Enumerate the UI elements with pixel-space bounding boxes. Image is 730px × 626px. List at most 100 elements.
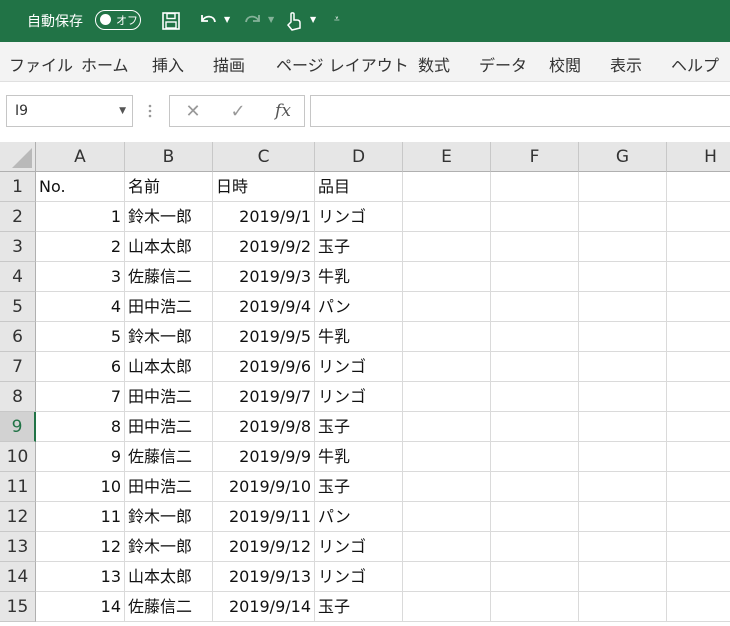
cell[interactable]: 鈴木一郎 [125,532,213,562]
tab-insert[interactable]: 挿入 [152,52,184,76]
cell[interactable]: パン [315,292,403,322]
cell[interactable]: 2019/9/8 [213,412,315,442]
cell[interactable] [403,262,491,292]
cell[interactable] [491,262,579,292]
row-header[interactable]: 8 [0,382,36,412]
touch-mode-dropdown-icon[interactable]: ▼ [310,15,316,24]
cell[interactable] [579,442,667,472]
cell[interactable]: パン [315,502,403,532]
cell[interactable] [667,262,730,292]
cell[interactable] [579,532,667,562]
cell[interactable]: 田中浩二 [125,292,213,322]
cell[interactable] [667,202,730,232]
cell[interactable]: 6 [36,352,125,382]
select-all-button[interactable] [0,142,36,172]
tab-review[interactable]: 校閲 [549,52,581,76]
row-header[interactable]: 1 [0,172,36,202]
cell[interactable]: 佐藤信二 [125,592,213,622]
cell[interactable] [579,352,667,382]
cell[interactable]: 品目 [315,172,403,202]
cell[interactable] [491,232,579,262]
cell[interactable]: 10 [36,472,125,502]
cell[interactable]: 2019/9/1 [213,202,315,232]
cell[interactable]: 日時 [213,172,315,202]
cell[interactable]: 14 [36,592,125,622]
cancel-icon[interactable]: ✕ [173,96,213,126]
cell[interactable] [403,382,491,412]
tab-home[interactable]: ホーム [81,52,129,76]
cell[interactable]: 2019/9/2 [213,232,315,262]
row-header[interactable]: 4 [0,262,36,292]
cell[interactable] [579,232,667,262]
cell[interactable] [491,322,579,352]
cell[interactable]: 2019/9/3 [213,262,315,292]
cell[interactable] [491,502,579,532]
cell[interactable]: 2019/9/10 [213,472,315,502]
cell[interactable]: 4 [36,292,125,322]
cell[interactable] [403,472,491,502]
row-header[interactable]: 6 [0,322,36,352]
cell[interactable] [403,232,491,262]
cell[interactable]: 2019/9/7 [213,382,315,412]
enter-icon[interactable]: ✓ [218,96,258,126]
tab-help[interactable]: ヘルプ [671,52,719,76]
cell[interactable] [579,202,667,232]
cell[interactable] [667,442,730,472]
cell[interactable]: 牛乳 [315,442,403,472]
cell[interactable]: 佐藤信二 [125,262,213,292]
tab-file[interactable]: ファイル [9,52,73,76]
cell[interactable]: リンゴ [315,352,403,382]
cell[interactable]: 玉子 [315,472,403,502]
cell[interactable]: 玉子 [315,232,403,262]
cell[interactable] [491,562,579,592]
cell[interactable]: 5 [36,322,125,352]
insert-function-button[interactable]: fx [263,96,303,126]
row-header[interactable]: 15 [0,592,36,622]
cell[interactable] [667,322,730,352]
cell[interactable]: 玉子 [315,412,403,442]
formula-bar-grip-icon[interactable] [147,103,153,119]
cell[interactable]: 田中浩二 [125,412,213,442]
cell[interactable] [667,382,730,412]
cell[interactable] [403,412,491,442]
cell[interactable] [403,172,491,202]
cell[interactable] [579,592,667,622]
cell[interactable] [403,532,491,562]
cell[interactable] [667,592,730,622]
cell[interactable]: 2019/9/13 [213,562,315,592]
column-header-e[interactable]: E [403,142,491,172]
cell[interactable]: 鈴木一郎 [125,202,213,232]
tab-data[interactable]: データ [479,52,527,76]
undo-icon[interactable] [195,8,221,34]
row-header[interactable]: 13 [0,532,36,562]
cell[interactable] [667,232,730,262]
cell[interactable] [579,382,667,412]
cell[interactable] [667,532,730,562]
cell[interactable] [579,262,667,292]
cell[interactable]: 山本太郎 [125,232,213,262]
cell[interactable]: リンゴ [315,532,403,562]
cell[interactable] [667,412,730,442]
cell[interactable]: 2019/9/12 [213,532,315,562]
cell[interactable] [579,412,667,442]
cell[interactable]: 1 [36,202,125,232]
cell[interactable] [491,442,579,472]
column-header-f[interactable]: F [491,142,579,172]
cell[interactable] [491,292,579,322]
row-header[interactable]: 11 [0,472,36,502]
cell[interactable]: 2019/9/4 [213,292,315,322]
cell[interactable]: 名前 [125,172,213,202]
cell[interactable]: 2019/9/5 [213,322,315,352]
chevron-down-icon[interactable]: ▼ [119,106,126,116]
cell[interactable]: 9 [36,442,125,472]
cell[interactable]: 田中浩二 [125,382,213,412]
cell[interactable] [491,202,579,232]
cell[interactable] [491,592,579,622]
row-header[interactable]: 7 [0,352,36,382]
cell[interactable]: 2019/9/9 [213,442,315,472]
cell[interactable]: 山本太郎 [125,562,213,592]
cell[interactable] [491,172,579,202]
save-icon[interactable] [159,8,183,34]
cell[interactable]: 2019/9/6 [213,352,315,382]
cell[interactable] [667,502,730,532]
